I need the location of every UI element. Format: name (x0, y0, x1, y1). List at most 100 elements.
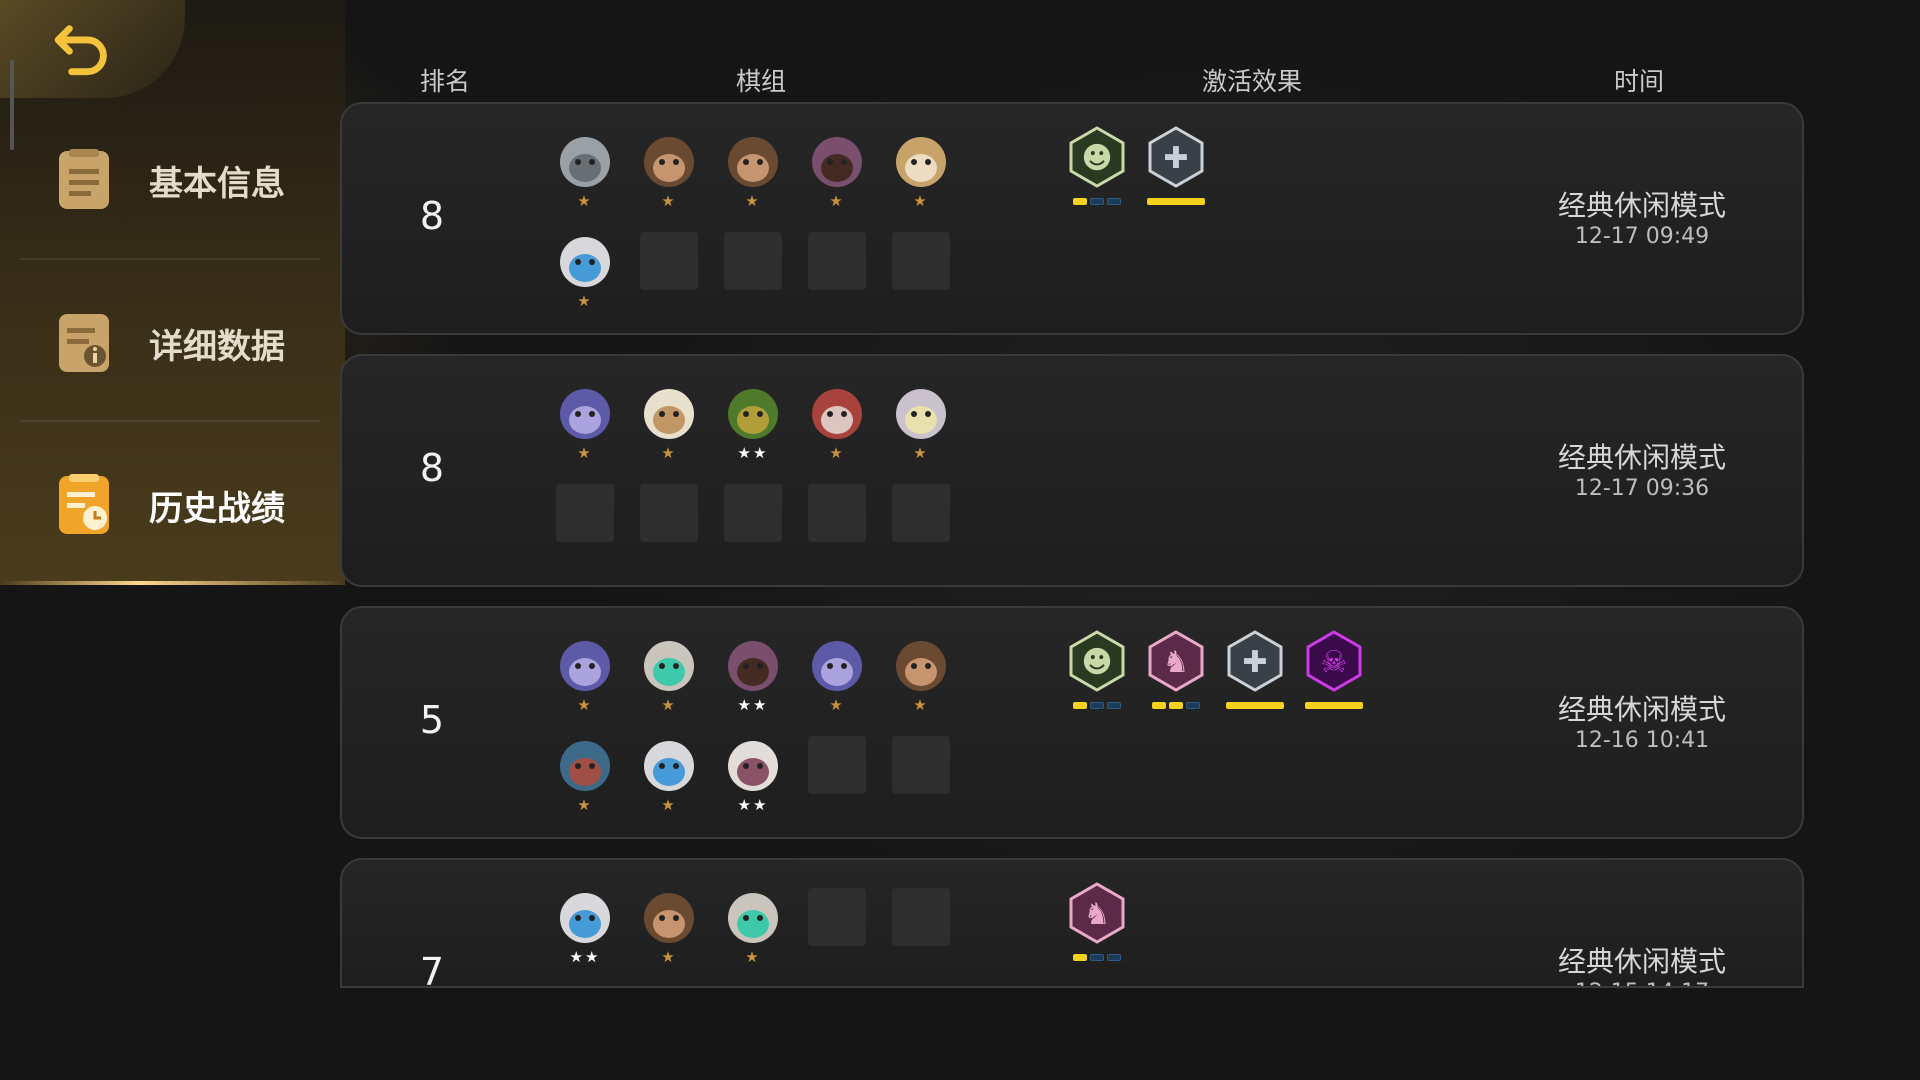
star-level: ★ (829, 192, 845, 210)
column-header-lineup: 棋组 (736, 67, 787, 96)
rank-value: 7 (419, 950, 445, 988)
empty-slot (808, 232, 866, 290)
svg-text:☻: ☻ (1081, 645, 1112, 680)
synergy-progress (1145, 702, 1207, 709)
synergy-progress (1066, 198, 1128, 205)
empty-slot (556, 484, 614, 542)
owl-beast-portrait-icon (896, 137, 946, 187)
synergy-badge[interactable]: ✚ (1224, 630, 1286, 714)
white-hood-girl-portrait-icon (728, 741, 778, 791)
synergy-badge[interactable]: ☠ (1303, 630, 1365, 714)
hero-slot[interactable]: ★ (892, 384, 950, 462)
brown-hair-portrait-icon (644, 893, 694, 943)
match-row[interactable]: 8 ★ ★ ★ ★ ★ ★ ☻ ✚ 经典休闲模式 12-17 09:49 (340, 102, 1804, 335)
empty-slot (808, 736, 866, 794)
star-level: ★ (913, 696, 929, 714)
hero-slot[interactable]: ★ (556, 232, 614, 310)
progress-pip (1186, 702, 1200, 709)
scrollbar[interactable] (10, 60, 14, 150)
document-icon (59, 149, 109, 209)
hero-slot[interactable]: ★★ (556, 888, 614, 966)
hero-slot[interactable]: ★★ (724, 636, 782, 714)
hero-slot[interactable]: ★ (640, 636, 698, 714)
hero-slot[interactable]: ★ (556, 132, 614, 210)
synergy-badge[interactable]: ✚ (1145, 126, 1207, 210)
hero-slot[interactable]: ★ (892, 132, 950, 210)
masked-green-portrait-icon (728, 893, 778, 943)
hero-slot[interactable]: ★★ (724, 736, 782, 814)
star-level: ★ (577, 696, 593, 714)
star-level: ★★ (569, 948, 601, 966)
sidebar-item-label: 详细数据 (149, 326, 285, 367)
svg-text:♞: ♞ (1084, 897, 1111, 932)
synergy-badge[interactable]: ♞ (1066, 882, 1128, 966)
synergy-progress (1303, 702, 1365, 709)
hero-slot[interactable]: ★ (556, 384, 614, 462)
rank-value: 5 (419, 698, 445, 742)
progress-pip (1147, 198, 1205, 205)
yeti-blue-portrait-icon (560, 237, 610, 287)
hero-slot[interactable]: ★ (640, 736, 698, 814)
hero-slot[interactable]: ★ (640, 888, 698, 966)
column-header-effects: 激活效果 (1202, 67, 1303, 96)
hero-slot[interactable]: ★ (556, 636, 614, 714)
synergy-badge[interactable]: ♞ (1145, 630, 1207, 714)
star-level: ★★ (737, 696, 769, 714)
synergy-progress (1145, 198, 1207, 205)
star-level: ★ (577, 192, 593, 210)
horned-orc-portrait-icon (812, 137, 862, 187)
hero-slot[interactable]: ★ (808, 384, 866, 462)
column-header-rank: 排名 (420, 67, 471, 96)
empty-slot (640, 232, 698, 290)
hero-slot[interactable]: ★ (640, 384, 698, 462)
sidebar-item-history[interactable]: 历史战绩 (55, 460, 335, 550)
hero-slot[interactable]: ★ (556, 736, 614, 814)
bat-demon-portrait-icon (812, 641, 862, 691)
progress-pip (1090, 198, 1104, 205)
knight-icon: ♞ (1148, 630, 1204, 692)
hero-slot[interactable]: ★ (640, 132, 698, 210)
match-time: 12-16 10:41 (1574, 728, 1710, 753)
rank-value: 8 (419, 446, 445, 490)
star-level: ★ (913, 192, 929, 210)
winged-demon-portrait-icon (560, 741, 610, 791)
knight-icon: ♞ (1069, 882, 1125, 944)
synergy-progress (1224, 702, 1286, 709)
star-level: ★ (661, 696, 677, 714)
back-button[interactable] (0, 0, 185, 98)
star-level: ★ (829, 444, 845, 462)
sidebar-item-basic-info[interactable]: 基本信息 (55, 135, 335, 225)
match-row[interactable]: 7★★★★♞经典休闲模式12-15 14:17 (340, 858, 1804, 988)
empty-slot (892, 736, 950, 794)
masked-green-portrait-icon (644, 641, 694, 691)
empty-slot (640, 484, 698, 542)
svg-text:☠: ☠ (1321, 645, 1348, 680)
star-level: ★★ (737, 796, 769, 814)
progress-pip (1090, 954, 1104, 961)
hero-slot[interactable]: ★ (892, 636, 950, 714)
hero-slot[interactable]: ★ (724, 888, 782, 966)
star-level: ★ (661, 444, 677, 462)
cross-icon: ✚ (1148, 126, 1204, 188)
horned-orc-portrait-icon (728, 641, 778, 691)
progress-pip (1226, 702, 1284, 709)
hero-slot[interactable]: ★ (808, 132, 866, 210)
match-row[interactable]: 5 ★ ★ ★★ ★ ★ ★ ★ ★★ ☻ ♞ ✚ ☠ 经典休闲模式 12-16 10:41 (340, 606, 1804, 839)
match-time: 12-17 09:49 (1574, 224, 1710, 249)
sidebar-item-detail-data[interactable]: 详细数据 (55, 298, 335, 388)
svg-text:♞: ♞ (1163, 645, 1190, 680)
game-mode: 经典休闲模式 (1557, 189, 1726, 222)
empty-slot (892, 888, 950, 946)
synergy-badge[interactable]: ☻ (1066, 126, 1128, 210)
column-header-time: 时间 (1614, 67, 1665, 96)
star-level: ★ (829, 696, 845, 714)
red-mask-portrait-icon (812, 389, 862, 439)
divider (20, 420, 320, 422)
hero-slot[interactable]: ★ (724, 132, 782, 210)
empty-slot (808, 484, 866, 542)
synergy-badge[interactable]: ☻ (1066, 630, 1128, 714)
hero-slot[interactable]: ★★ (724, 384, 782, 462)
hero-slot[interactable]: ★ (808, 636, 866, 714)
match-time: 12-15 14:17 (1492, 980, 1792, 986)
match-row[interactable]: 8 ★ ★ ★★ ★ ★ 经典休闲模式 12-17 09:36 (340, 354, 1804, 587)
